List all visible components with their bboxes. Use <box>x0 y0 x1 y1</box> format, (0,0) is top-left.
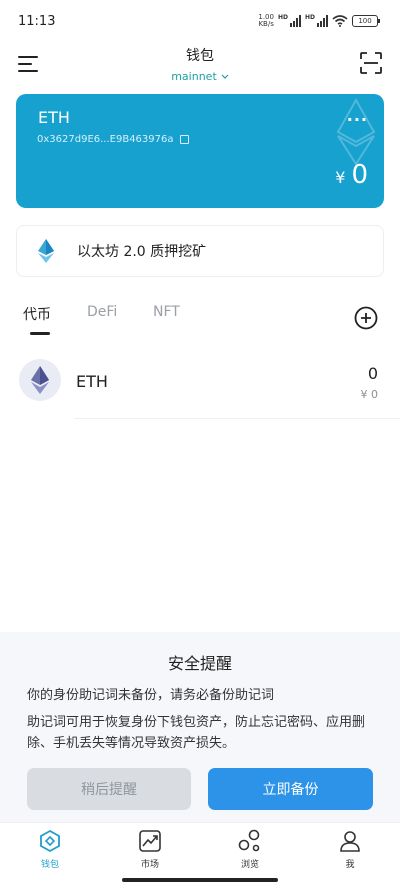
staking-banner[interactable]: 以太坊 2.0 质押挖矿 <box>16 225 384 277</box>
scan-icon[interactable] <box>360 52 382 74</box>
ethereum-icon <box>19 359 61 401</box>
page-title: 钱包 <box>186 48 214 64</box>
nav-label: 市场 <box>140 860 159 870</box>
divider <box>74 418 400 419</box>
backup-now-button[interactable]: 立即备份 <box>208 768 373 810</box>
app-header: 钱包 mainnet <box>0 40 400 88</box>
signal-icon-2 <box>317 15 328 27</box>
browse-icon <box>238 829 260 852</box>
list-item[interactable]: ETH 0 ¥ 0 <box>0 352 400 418</box>
copy-icon[interactable] <box>179 135 189 144</box>
nav-label: 浏览 <box>240 860 259 870</box>
security-reminder-panel: 安全提醒 你的身份助记词未备份，请务必备份助记词 助记词可用于恢复身份下钱包资产… <box>0 632 400 822</box>
more-button[interactable]: ··· <box>347 110 368 129</box>
signal-icon <box>289 15 301 27</box>
status-time: 11:13 <box>18 14 56 29</box>
nav-item-browse[interactable]: 浏览 <box>220 829 280 870</box>
profile-icon <box>340 831 360 852</box>
battery-icon: 100 <box>352 15 380 27</box>
token-name: ETH <box>76 372 108 391</box>
tab-underline <box>30 332 50 335</box>
asset-tabs: 代币 DeFi NFT <box>0 302 400 338</box>
network-name: mainnet <box>171 70 217 83</box>
tab-defi[interactable]: DeFi <box>87 304 117 320</box>
nav-item-profile[interactable]: 我 <box>320 829 380 870</box>
wifi-icon <box>332 15 348 27</box>
chevron-down-icon <box>221 74 229 79</box>
token-amount: 0 <box>367 364 378 383</box>
nav-label: 我 <box>345 860 355 870</box>
title-area: 钱包 mainnet <box>0 45 400 84</box>
reminder-description: 助记词可用于恢复身份下钱包资产，防止忘记密码、应用删除、手机丢失等情况导致资产损… <box>27 715 366 751</box>
staking-label: 以太坊 2.0 质押挖矿 <box>77 244 207 260</box>
market-icon <box>139 830 161 852</box>
ethereum-watermark-icon <box>336 98 376 166</box>
reminder-title: 安全提醒 <box>167 654 232 673</box>
nav-item-wallet[interactable]: 钱包 <box>20 829 80 870</box>
currency-symbol: ¥ <box>335 168 346 187</box>
network-speed: 1.00 KB/s <box>258 13 274 28</box>
nav-item-market[interactable]: 市场 <box>120 829 180 870</box>
nav-label: 钱包 <box>40 860 59 870</box>
tab-nft[interactable]: NFT <box>153 304 180 320</box>
network-selector[interactable]: mainnet <box>171 70 229 83</box>
status-indicators: 1.00 KB/s HD HD 100 <box>258 13 380 28</box>
wallet-card[interactable]: ETH 0x3627d9E6...E9B463976a ··· ¥ 0 <box>16 94 384 208</box>
wallet-name: ETH <box>38 108 70 127</box>
status-bar: 11:13 1.00 KB/s HD HD 100 <box>0 0 400 40</box>
reminder-warning: 你的身份助记词未备份，请务必备份助记词 <box>27 688 275 703</box>
hd-badge: HD <box>277 14 288 21</box>
hd-badge-2: HD <box>304 14 315 21</box>
wallet-address-row[interactable]: 0x3627d9E6...E9B463976a <box>37 134 189 145</box>
add-token-icon[interactable] <box>354 306 378 330</box>
tab-tokens[interactable]: 代币 <box>23 304 51 324</box>
remind-later-button[interactable]: 稍后提醒 <box>27 768 191 810</box>
token-value: ¥ 0 <box>360 388 379 401</box>
balance-amount: 0 <box>351 160 368 190</box>
wallet-icon <box>40 829 60 853</box>
home-indicator[interactable] <box>122 878 278 882</box>
ethereum-icon <box>38 239 54 263</box>
wallet-address: 0x3627d9E6...E9B463976a <box>37 134 174 145</box>
wallet-balance: ¥ 0 <box>335 160 368 190</box>
